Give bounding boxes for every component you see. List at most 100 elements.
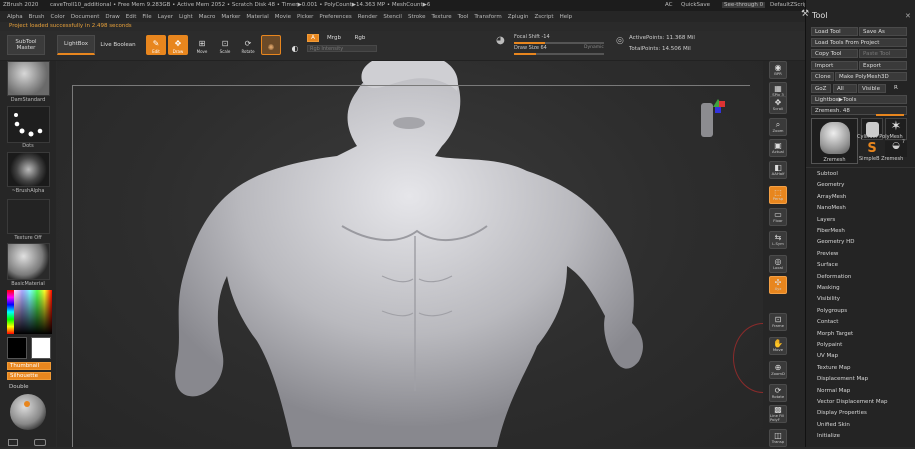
- menu-draw[interactable]: Draw: [105, 14, 119, 20]
- menu-document[interactable]: Document: [71, 14, 100, 20]
- alpha-thumbnail[interactable]: [7, 152, 50, 187]
- section-surface[interactable]: Surface: [817, 262, 838, 268]
- scale-button[interactable]: ⊡ Scale: [215, 35, 235, 55]
- section-texture-map[interactable]: Texture Map: [817, 365, 851, 371]
- material-thumbnail[interactable]: [7, 243, 50, 280]
- shelf-actual-button[interactable]: ▣ Actual: [769, 139, 787, 157]
- section-vector-displacement-map[interactable]: Vector Displacement Map: [817, 399, 887, 405]
- section-display-properties[interactable]: Display Properties: [817, 410, 867, 416]
- focal-shift-slider[interactable]: Focal Shift -14: [512, 34, 606, 41]
- shelf-frame-button[interactable]: ⊡ Frame: [769, 313, 787, 331]
- simpleb-brush-icon[interactable]: S: [861, 141, 883, 157]
- shelf-l-sym-button[interactable]: ⇆ L.Sym: [769, 231, 787, 249]
- shelf-bpr-button[interactable]: ◉ BPR: [769, 61, 787, 79]
- goz-button[interactable]: GoZ: [811, 84, 831, 93]
- section-nanomesh[interactable]: NanoMesh: [817, 205, 846, 211]
- default-zscript-button[interactable]: DefaultZScript: [770, 2, 810, 8]
- stroke-thumbnail[interactable]: [7, 106, 50, 143]
- close-icon[interactable]: ✕: [905, 12, 911, 20]
- section-visibility[interactable]: Visibility: [817, 296, 840, 302]
- menu-zplugin[interactable]: Zplugin: [508, 14, 529, 20]
- paste-tool-button[interactable]: Paste Tool: [859, 49, 907, 58]
- menu-color[interactable]: Color: [51, 14, 65, 20]
- section-polypaint[interactable]: Polypaint: [817, 342, 842, 348]
- light-position-dot[interactable]: [24, 401, 30, 407]
- a-toggle[interactable]: A: [307, 34, 319, 42]
- brush-thumbnail[interactable]: [7, 61, 50, 96]
- section-subtool[interactable]: Subtool: [817, 171, 838, 177]
- texture-thumbnail[interactable]: [7, 199, 50, 234]
- section-polygroups[interactable]: Polygroups: [817, 308, 847, 314]
- menu-stencil[interactable]: Stencil: [383, 14, 402, 20]
- section-geometry-hd[interactable]: Geometry HD: [817, 239, 855, 245]
- menu-material[interactable]: Material: [246, 14, 268, 20]
- load-tools-from-project-button[interactable]: Load Tools From Project: [811, 38, 907, 47]
- section-displacement-map[interactable]: Displacement Map: [817, 376, 868, 382]
- lightbox-tools-button[interactable]: Lightbox▶Tools: [811, 95, 907, 104]
- rotate-button[interactable]: ⟳ Rotate: [238, 35, 258, 55]
- clone-button[interactable]: Clone: [811, 72, 834, 81]
- section-normal-map[interactable]: Normal Map: [817, 388, 850, 394]
- menu-help[interactable]: Help: [560, 14, 573, 20]
- make-polymesh3d-button[interactable]: Make PolyMesh3D: [835, 72, 907, 81]
- section-morph-target[interactable]: Morph Target: [817, 331, 853, 337]
- section-preview[interactable]: Preview: [817, 251, 838, 257]
- load-tool-button[interactable]: Load Tool: [811, 27, 858, 36]
- shelf-persp-button[interactable]: ⬚ Persp: [769, 186, 787, 204]
- import-button[interactable]: Import: [811, 61, 858, 70]
- export-button[interactable]: Export: [859, 61, 907, 70]
- shelf-floor-button[interactable]: ▭ Floor: [769, 208, 787, 226]
- menu-edit[interactable]: Edit: [126, 14, 137, 20]
- section-deformation[interactable]: Deformation: [817, 274, 851, 280]
- menu-preferences[interactable]: Preferences: [319, 14, 351, 20]
- quicksave-button[interactable]: QuickSave: [681, 2, 710, 8]
- section-arraymesh[interactable]: ArrayMesh: [817, 194, 846, 200]
- shelf-aahalf-button[interactable]: ◧ AAHalf: [769, 161, 787, 179]
- r-button[interactable]: R: [891, 84, 901, 93]
- mrgb-toggle[interactable]: Mrgb: [322, 34, 346, 42]
- menu-layer[interactable]: Layer: [158, 14, 173, 20]
- shelf-transp-button[interactable]: ◫ Transp: [769, 429, 787, 447]
- menu-brush[interactable]: Brush: [29, 14, 45, 20]
- section-geometry[interactable]: Geometry: [817, 182, 844, 188]
- shelf-move-button[interactable]: ✋ Move: [769, 337, 787, 355]
- doc-icon[interactable]: [8, 439, 18, 446]
- section-contact[interactable]: Contact: [817, 319, 838, 325]
- lightbox-button[interactable]: LightBox: [57, 35, 95, 55]
- main-color-swatch[interactable]: [31, 337, 51, 359]
- section-layers[interactable]: Layers: [817, 217, 835, 223]
- edit-button[interactable]: ✎ Edit: [146, 35, 166, 55]
- double-toggle[interactable]: Double: [9, 384, 29, 390]
- menu-tool[interactable]: Tool: [458, 14, 469, 20]
- section-initialize[interactable]: Initialize: [817, 433, 840, 439]
- rgb-intensity-slider[interactable]: Rgb Intensity: [307, 45, 377, 52]
- shelf-xyz-button[interactable]: ✣ Xyz: [769, 276, 787, 294]
- move-button[interactable]: ⊞ Move: [192, 35, 212, 55]
- secondary-color-swatch[interactable]: [7, 337, 27, 359]
- shelf-scroll-button[interactable]: ✥ Scroll: [769, 96, 787, 114]
- menu-transform[interactable]: Transform: [474, 14, 501, 20]
- chat-icon[interactable]: [34, 439, 46, 446]
- all-button[interactable]: All: [833, 84, 857, 93]
- section-masking[interactable]: Masking: [817, 285, 840, 291]
- menu-movie[interactable]: Movie: [275, 14, 291, 20]
- menu-alpha[interactable]: Alpha: [7, 14, 23, 20]
- menu-file[interactable]: File: [142, 14, 151, 20]
- save-as-button[interactable]: Save As: [859, 27, 907, 36]
- section-uv-map[interactable]: UV Map: [817, 353, 838, 359]
- hue-strip[interactable]: [7, 290, 14, 334]
- draw-button[interactable]: ✥ Draw: [168, 35, 188, 55]
- menu-picker[interactable]: Picker: [297, 14, 313, 20]
- material-sphere-button[interactable]: ✺: [261, 35, 281, 55]
- subtool-master-button[interactable]: SubTool Master: [7, 35, 45, 55]
- menu-macro[interactable]: Macro: [199, 14, 216, 20]
- menu-zscript[interactable]: Zscript: [534, 14, 553, 20]
- shelf-rotate-button[interactable]: ⟳ Rotate: [769, 384, 787, 402]
- copy-tool-button[interactable]: Copy Tool: [811, 49, 858, 58]
- thumbnail-toggle[interactable]: Thumbnail: [7, 362, 51, 370]
- navigation-sphere[interactable]: [10, 394, 46, 430]
- menu-marker[interactable]: Marker: [221, 14, 240, 20]
- dynamic-toggle[interactable]: Dynamic: [584, 45, 604, 50]
- menu-texture[interactable]: Texture: [432, 14, 452, 20]
- silhouette-toggle[interactable]: Silhouette: [7, 372, 51, 380]
